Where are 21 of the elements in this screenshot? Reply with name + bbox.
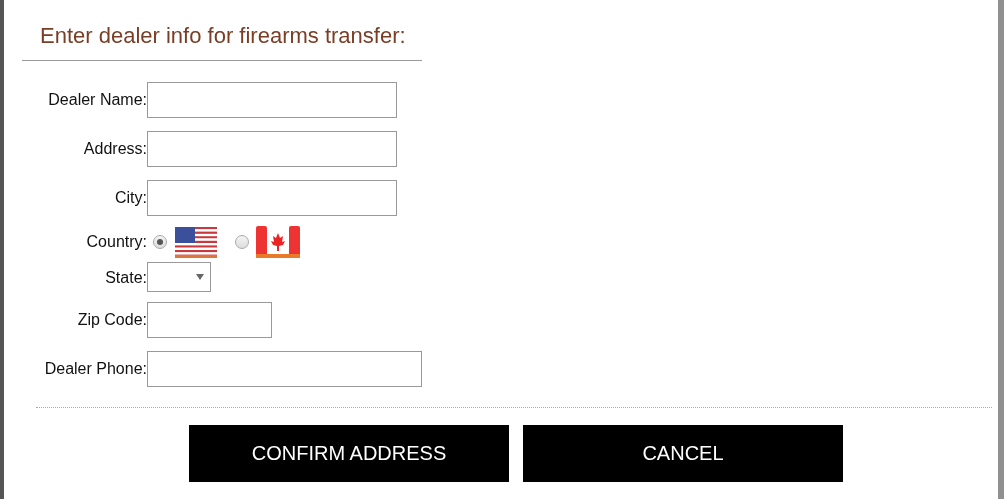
field-label: State: [104, 269, 147, 287]
confirm-button[interactable]: CONFIRM ADDRESS [189, 425, 509, 482]
flag-icon [255, 224, 301, 260]
caret-icon [196, 274, 204, 280]
input-field[interactable] [147, 302, 272, 338]
radio-button[interactable] [153, 235, 167, 249]
input-field[interactable] [147, 82, 397, 118]
input-field[interactable] [147, 180, 397, 216]
field-label: Dealer Phone: [43, 360, 147, 378]
field-label: Address: [82, 140, 147, 158]
input-field[interactable] [147, 351, 422, 387]
field-label: Zip Code: [76, 311, 147, 329]
flag-icon [173, 224, 219, 260]
dialog-title: Enter dealer info for firearms transfer: [40, 22, 407, 50]
field-label: Dealer Name: [47, 91, 147, 109]
cancel-button[interactable]: CANCEL [523, 425, 843, 482]
radio-button[interactable] [235, 235, 249, 249]
state-dropdown[interactable] [147, 262, 211, 292]
field-label: City: [114, 189, 147, 207]
input-field[interactable] [147, 131, 397, 167]
field-label: Country: [85, 233, 147, 251]
